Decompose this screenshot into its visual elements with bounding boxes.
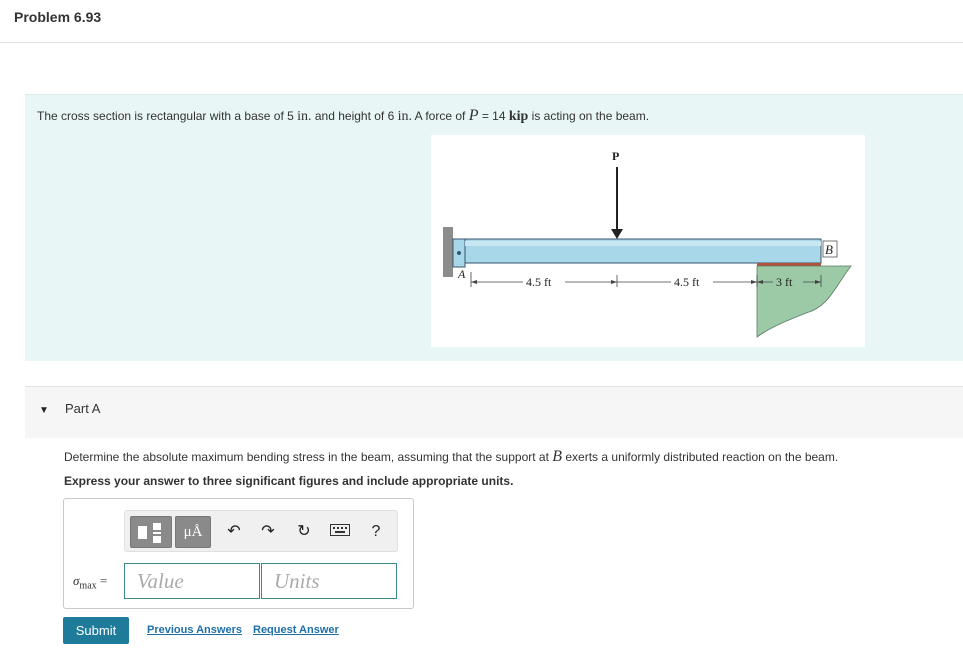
load-arrowhead [611,229,623,239]
page-title: Problem 6.93 [14,9,102,25]
keyboard-icon[interactable] [329,521,351,543]
ground-support [756,265,852,338]
problem-statement: The cross section is rectangular with a … [37,107,650,124]
request-answer-link[interactable]: Request Answer [253,624,339,636]
units-input[interactable]: Units [261,563,397,599]
beam-highlight [465,241,821,246]
dim-arrow [611,280,617,284]
load-label: P [612,149,619,163]
dim-label-1: 4.5 ft [526,275,552,289]
templates-icon [138,523,161,543]
dim-arrow [471,280,477,284]
part-a-header[interactable]: ▼ Part A [25,386,963,438]
beam-diagram: P B A 4.5 ft 4.5 ft 3 ft [443,149,852,338]
submit-button[interactable]: Submit [63,617,129,644]
bracket-pin [457,251,461,255]
sigma-max-label: σmax = [73,573,108,592]
dim-label-2: 4.5 ft [674,275,700,289]
units-button[interactable]: μÅ [175,516,211,548]
distributed-bearing [757,263,821,266]
keyboard-shape [330,524,350,536]
wall-a-label: A [457,267,466,281]
dim-label-3: 3 ft [776,275,793,289]
templates-button[interactable] [130,516,172,548]
answer-box: μÅ ↶ ↷ ↻ ? σmax = Value Units [63,498,414,609]
beam-figure: P B A 4.5 ft 4.5 ft 3 ft [431,135,865,347]
help-icon[interactable]: ? [365,521,387,543]
previous-answers-link[interactable]: Previous Answers [147,624,242,636]
wall-support [443,227,453,277]
dim-arrow [751,280,757,284]
part-a-question: Determine the absolute maximum bending s… [64,448,839,465]
part-a-title: Part A [65,401,101,416]
reset-icon[interactable]: ↻ [293,521,315,543]
undo-icon[interactable]: ↶ [223,521,245,543]
support-b-label: B [825,242,833,257]
math-toolbar: μÅ ↶ ↷ ↻ ? [124,510,398,552]
redo-icon[interactable]: ↷ [257,521,279,543]
divider [0,42,963,43]
answer-instructions: Express your answer to three significant… [64,474,514,488]
problem-intro: The cross section is rectangular with a … [25,94,963,361]
value-input[interactable]: Value [124,563,260,599]
collapse-arrow-icon[interactable]: ▼ [39,405,49,416]
